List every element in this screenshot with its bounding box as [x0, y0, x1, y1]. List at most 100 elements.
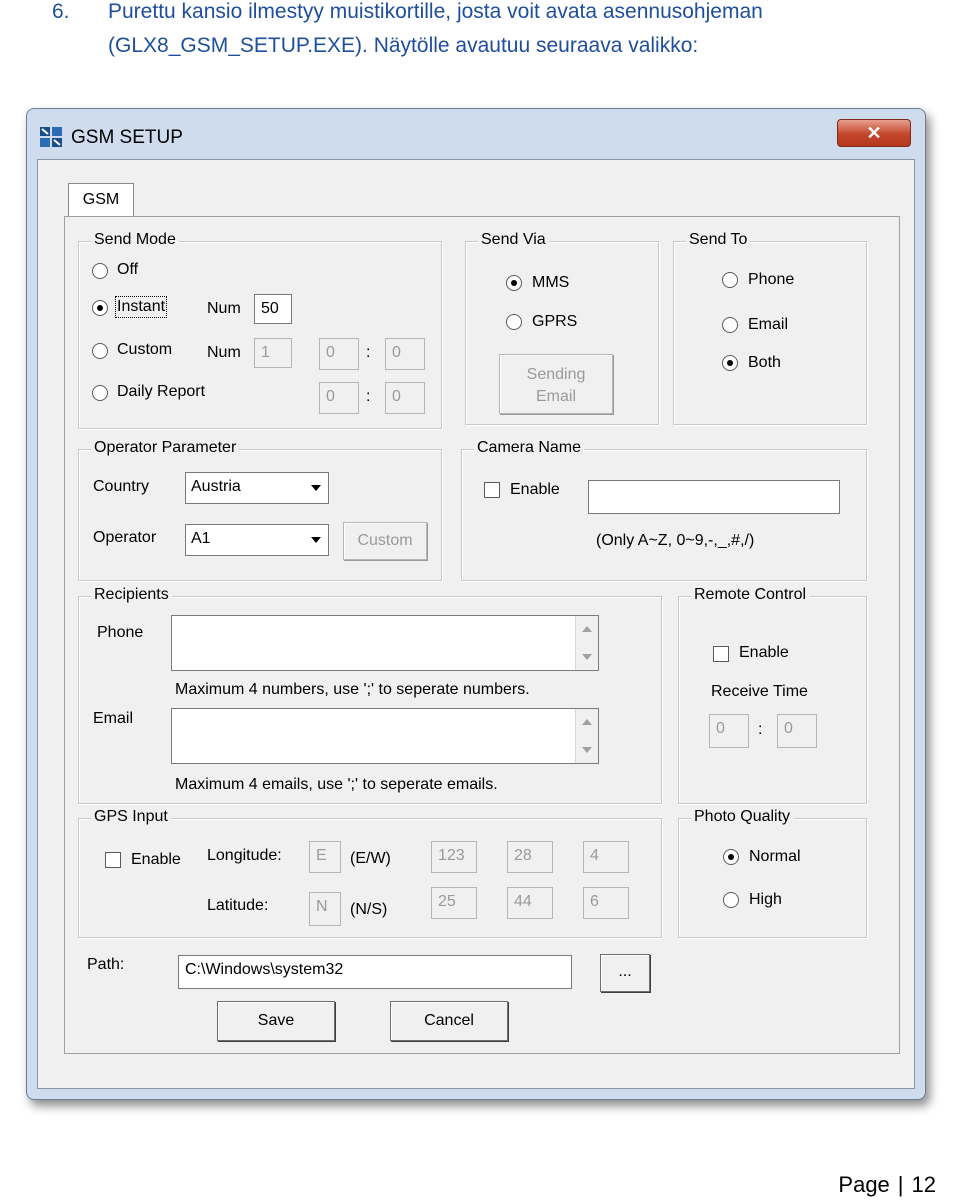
- longitude-label: Longitude:: [207, 847, 282, 864]
- latitude-degrees-input[interactable]: 25: [431, 887, 477, 919]
- send-mode-daily-radio[interactable]: [92, 385, 108, 401]
- send-via-mms-radio[interactable]: [506, 275, 522, 291]
- recipients-email-label: Email: [93, 710, 134, 727]
- operator-label: Operator: [93, 529, 157, 546]
- country-dropdown-icon[interactable]: [305, 474, 327, 502]
- custom-to-input[interactable]: 0: [385, 338, 425, 370]
- instruction-line-2: (GLX8_GSM_SETUP.EXE). Näytölle avautuu s…: [108, 34, 699, 57]
- gps-enable-label: Enable: [131, 851, 181, 868]
- tab-gsm[interactable]: GSM: [68, 183, 134, 218]
- footer-page-label: Page: [838, 1172, 890, 1197]
- send-mode-instant-label: Instant: [114, 296, 168, 318]
- operator-value: A1: [191, 530, 211, 547]
- camera-name-input[interactable]: [588, 480, 840, 514]
- latitude-label: Latitude:: [207, 897, 269, 914]
- scroll-down-icon[interactable]: [582, 747, 592, 753]
- longitude-degrees-input[interactable]: 123: [431, 841, 477, 873]
- send-to-phone-label: Phone: [748, 271, 795, 288]
- cancel-button[interactable]: Cancel: [390, 1001, 508, 1041]
- recipients-phone-hint: Maximum 4 numbers, use ';' to seperate n…: [175, 681, 530, 698]
- daily-to-input[interactable]: 0: [385, 382, 425, 414]
- sending-email-line-1: Sending: [526, 366, 586, 383]
- custom-colon: :: [366, 344, 371, 361]
- send-mode-custom-radio[interactable]: [92, 343, 108, 359]
- country-select[interactable]: Austria: [185, 472, 329, 504]
- send-to-email-label: Email: [748, 316, 789, 333]
- receive-time-label: Receive Time: [711, 683, 808, 700]
- remote-control-group: Remote Control Enable Receive Time 0 : 0: [678, 586, 867, 804]
- path-input[interactable]: C:\Windows\system32: [178, 955, 572, 989]
- recipients-title: Recipients: [91, 586, 172, 604]
- phone-scrollbar[interactable]: [575, 616, 598, 670]
- instant-num-input[interactable]: 50: [254, 294, 292, 324]
- page-footer: Page | 12: [838, 1172, 936, 1198]
- sending-email-line-2: Email: [535, 388, 576, 405]
- close-button[interactable]: ✕: [837, 119, 911, 147]
- photo-quality-high-radio[interactable]: [723, 892, 739, 908]
- custom-from-input[interactable]: 0: [319, 338, 359, 370]
- recipients-group: Recipients Phone Maximum 4 numbers, use …: [78, 586, 662, 804]
- app-icon: [40, 127, 62, 147]
- recipients-email-textarea[interactable]: [171, 708, 599, 764]
- send-via-gprs-radio[interactable]: [506, 314, 522, 330]
- latitude-direction-hint: (N/S): [350, 901, 388, 918]
- gps-enable-checkbox[interactable]: [105, 852, 121, 868]
- remote-enable-checkbox[interactable]: [713, 646, 729, 662]
- send-mode-title: Send Mode: [91, 231, 179, 249]
- send-via-group: Send Via MMS GPRS Sending Email: [465, 231, 659, 425]
- operator-parameter-title: Operator Parameter: [91, 439, 240, 457]
- step-number: 6.: [52, 0, 70, 23]
- camera-name-title: Camera Name: [474, 439, 585, 457]
- send-to-title: Send To: [686, 231, 751, 249]
- recipients-phone-textarea[interactable]: [171, 615, 599, 671]
- send-to-phone-radio[interactable]: [722, 272, 738, 288]
- send-to-email-radio[interactable]: [722, 317, 738, 333]
- remote-control-title: Remote Control: [691, 586, 810, 604]
- scroll-up-icon[interactable]: [582, 626, 592, 632]
- scroll-down-icon[interactable]: [582, 654, 592, 660]
- browse-button[interactable]: ...: [600, 954, 650, 992]
- camera-name-hint: (Only A~Z, 0~9,-,_,#,/): [596, 532, 755, 549]
- gps-input-title: GPS Input: [91, 808, 171, 826]
- longitude-seconds-input[interactable]: 4: [583, 841, 629, 873]
- scroll-up-icon[interactable]: [582, 719, 592, 725]
- receive-time-to-input[interactable]: 0: [777, 714, 817, 748]
- send-mode-daily-label: Daily Report: [117, 383, 206, 400]
- email-scrollbar[interactable]: [575, 709, 598, 763]
- send-to-group: Send To Phone Email Both: [673, 231, 867, 425]
- send-via-gprs-label: GPRS: [532, 313, 578, 330]
- custom-num-input[interactable]: 1: [254, 338, 292, 368]
- camera-name-group: Camera Name Enable (Only A~Z, 0~9,-,_,#,…: [461, 439, 867, 581]
- latitude-minutes-input[interactable]: 44: [507, 887, 553, 919]
- send-via-title: Send Via: [478, 231, 549, 249]
- operator-select[interactable]: A1: [185, 524, 329, 556]
- send-to-both-radio[interactable]: [722, 355, 738, 371]
- longitude-direction-input[interactable]: E: [309, 841, 341, 873]
- receive-time-colon: :: [758, 721, 763, 738]
- dialog-client-area: GSM Send Mode Off Instant Num 50 Custom …: [37, 159, 915, 1089]
- daily-from-input[interactable]: 0: [319, 382, 359, 414]
- save-button[interactable]: Save: [217, 1001, 335, 1041]
- latitude-direction-input[interactable]: N: [309, 892, 341, 926]
- footer-separator: |: [897, 1172, 904, 1197]
- receive-time-from-input[interactable]: 0: [709, 714, 749, 748]
- camera-enable-label: Enable: [510, 481, 560, 498]
- country-label: Country: [93, 478, 150, 495]
- camera-enable-checkbox[interactable]: [484, 482, 500, 498]
- custom-operator-button[interactable]: Custom: [343, 522, 427, 560]
- footer-page-number: 12: [911, 1172, 936, 1197]
- path-label: Path:: [87, 956, 125, 973]
- country-value: Austria: [191, 478, 241, 495]
- sending-email-button[interactable]: Sending Email: [499, 354, 613, 414]
- gsm-tab-panel: Send Mode Off Instant Num 50 Custom Num …: [64, 216, 900, 1054]
- operator-dropdown-icon[interactable]: [305, 526, 327, 554]
- longitude-minutes-input[interactable]: 28: [507, 841, 553, 873]
- operator-parameter-group: Operator Parameter Country Austria Opera…: [78, 439, 442, 581]
- photo-quality-high-label: High: [749, 891, 782, 908]
- send-mode-instant-radio[interactable]: [92, 300, 108, 316]
- window-title: GSM SETUP: [71, 127, 183, 148]
- title-bar[interactable]: GSM SETUP ✕: [27, 109, 925, 159]
- send-mode-off-radio[interactable]: [92, 263, 108, 279]
- latitude-seconds-input[interactable]: 6: [583, 887, 629, 919]
- photo-quality-normal-radio[interactable]: [723, 849, 739, 865]
